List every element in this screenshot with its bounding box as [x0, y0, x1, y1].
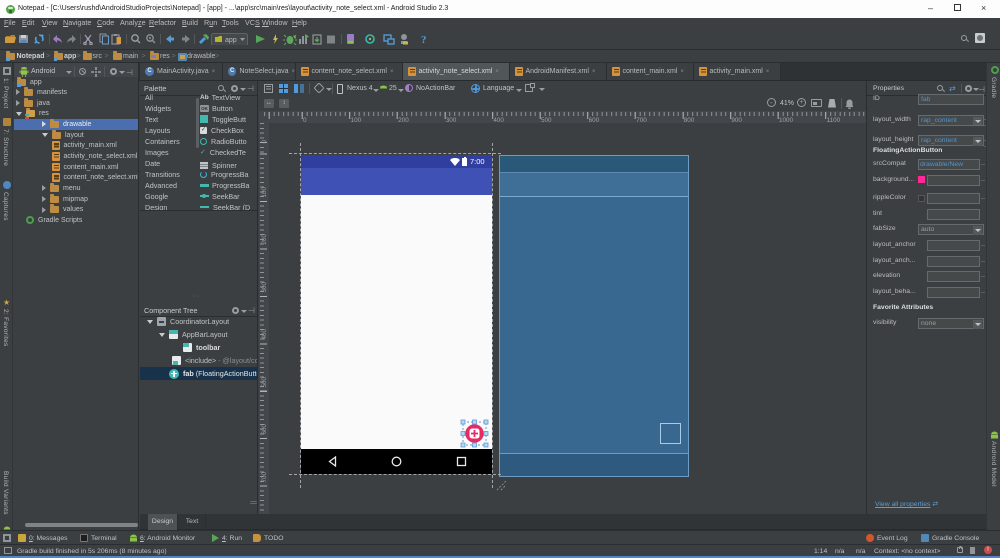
svg-text:app: app	[225, 37, 237, 44]
svg-text:?: ?	[421, 34, 427, 45]
